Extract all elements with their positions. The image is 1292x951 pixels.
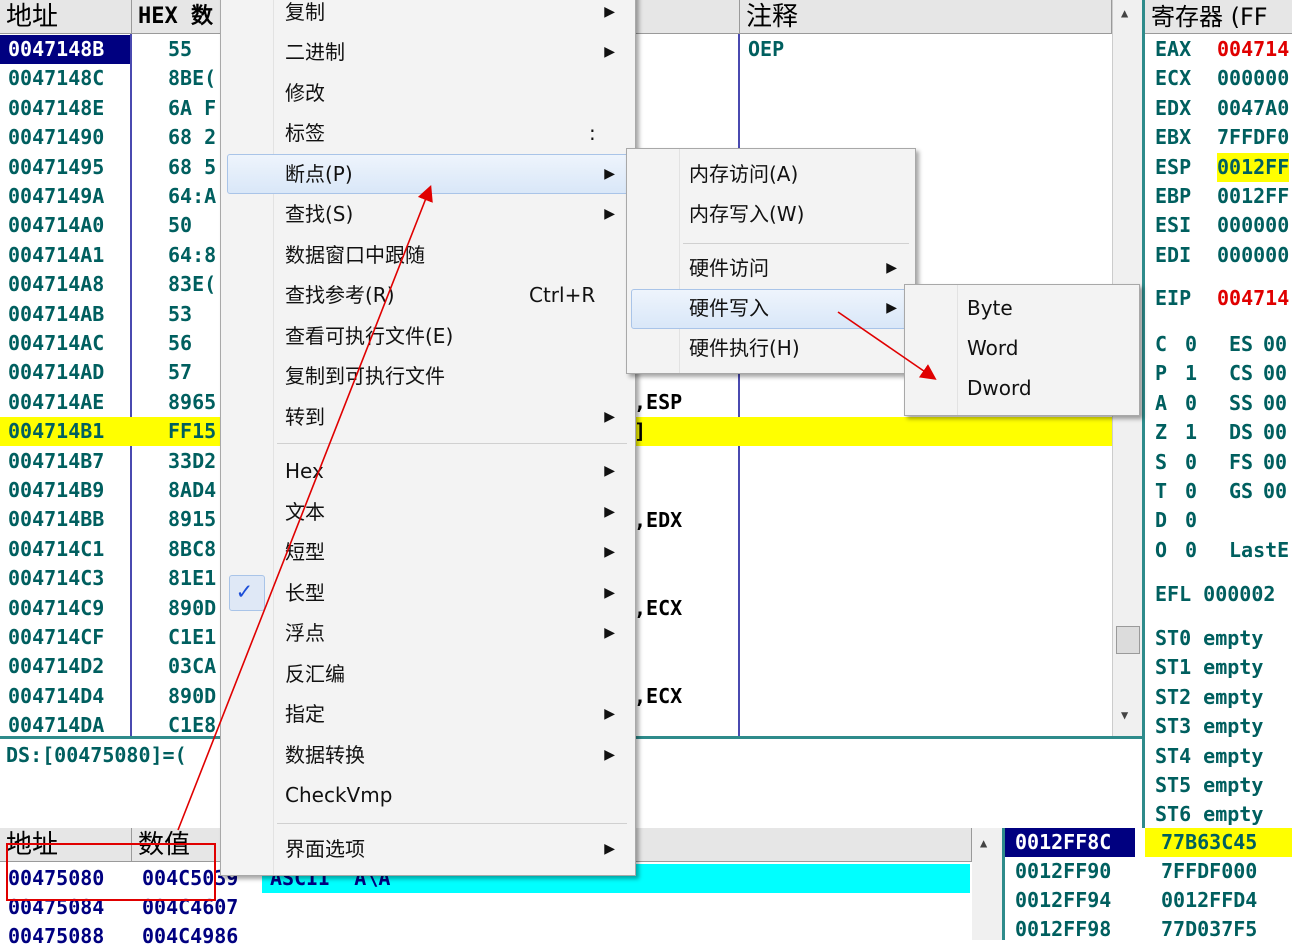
annotation-arrows bbox=[177, 185, 937, 831]
annotation-arrow bbox=[177, 185, 433, 831]
annotation-arrow bbox=[837, 311, 937, 380]
